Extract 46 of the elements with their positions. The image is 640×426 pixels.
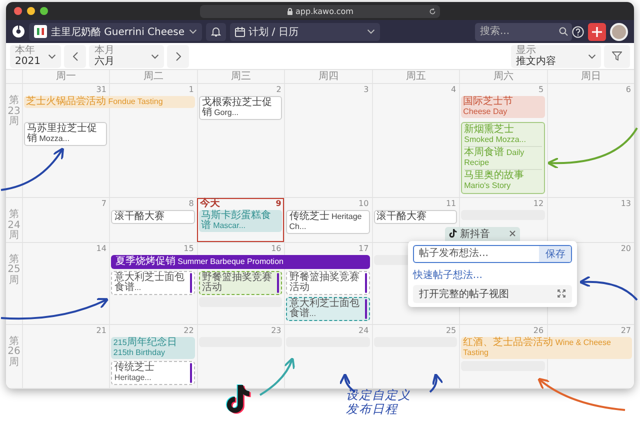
- post-title: 传统芝士 Heritage...: [114, 362, 156, 382]
- weekday-header: 周一: [22, 70, 110, 83]
- date-number: 12: [533, 199, 544, 208]
- date-number: 31: [96, 85, 106, 94]
- date-number: 26: [533, 326, 544, 334]
- date-number: 23: [271, 326, 282, 334]
- date-number: 4: [451, 85, 456, 94]
- date-number: 15: [184, 244, 194, 252]
- date-number: 24: [358, 326, 369, 334]
- date-number: 9: [276, 199, 282, 208]
- chip-label: 新抖音: [460, 228, 490, 240]
- post-title: 意大利芝士面包食谱...: [289, 298, 360, 318]
- date-number: 1: [188, 85, 194, 94]
- handwritten-note: 设定自定义 发布日程: [346, 388, 411, 417]
- post-title: 意大利芝士面包食谱...: [114, 272, 186, 292]
- date-number: 7: [101, 199, 106, 208]
- weekday-header: 周三: [196, 70, 284, 83]
- date-number: 2: [276, 85, 282, 94]
- weekday-header: 周二: [109, 70, 197, 83]
- weekday-header: 周四: [284, 70, 372, 83]
- date-number: 10: [358, 199, 369, 208]
- date-number: 27: [620, 326, 631, 334]
- week-label: 第23周: [7, 96, 21, 128]
- date-number: 25: [446, 326, 456, 334]
- date-number: 21: [96, 326, 106, 334]
- date-number: 13: [620, 199, 631, 208]
- post-title: 野餐篮抽奖竞赛活动: [202, 272, 273, 292]
- post-title: 野餐篮抽奖竞赛活动: [289, 272, 360, 292]
- date-number: 20: [620, 244, 631, 252]
- date-number: 6: [626, 85, 631, 94]
- date-number: 17: [358, 244, 369, 252]
- date-number: 14: [96, 244, 106, 252]
- date-number: 16: [271, 244, 282, 252]
- weekday-header: 周日: [546, 70, 634, 83]
- week-label: 第24周: [7, 210, 21, 242]
- today-label: 今天: [200, 199, 220, 208]
- weekday-header: 周五: [372, 70, 460, 83]
- url-text: app.kawo.com: [296, 6, 354, 16]
- weekday-header: 周六: [459, 70, 547, 83]
- date-number: 22: [184, 326, 194, 334]
- date-number: 11: [446, 199, 456, 208]
- week-label: 第26周: [7, 336, 21, 368]
- date-number: 5: [538, 85, 544, 94]
- date-number: 8: [188, 199, 194, 208]
- week-label: 第25周: [7, 254, 21, 286]
- date-number: 3: [364, 85, 369, 94]
